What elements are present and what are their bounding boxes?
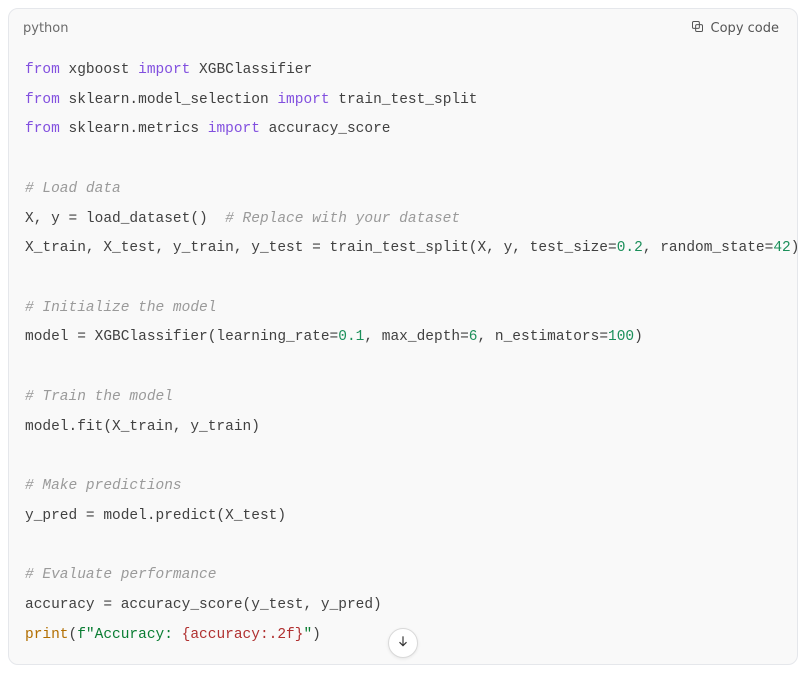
code-token-num: 42 <box>773 240 790 256</box>
code-token-nm: ( <box>69 627 78 643</box>
code-token-nm: ) <box>634 329 643 345</box>
scroll-down-button[interactable] <box>388 628 418 658</box>
code-scroll-area[interactable]: from xgboost import XGBClassifier from s… <box>9 42 797 664</box>
code-token-nm: ) <box>791 240 797 256</box>
code-token-fn: print <box>25 627 69 643</box>
code-block: python Copy code from xgboost import XGB… <box>8 8 798 665</box>
code-token-str: f"Accuracy: <box>77 627 181 643</box>
code-token-kw: import <box>138 62 190 78</box>
code-token-cm: # Evaluate performance <box>25 567 216 583</box>
code-content: from xgboost import XGBClassifier from s… <box>9 42 797 664</box>
code-token-kw: from <box>25 62 60 78</box>
code-token-num: 100 <box>608 329 634 345</box>
code-token-kw: import <box>208 121 260 137</box>
code-token-cm: # Initialize the model <box>25 300 216 316</box>
code-token-nm: ) <box>312 627 321 643</box>
code-token-nm: accuracy = accuracy_score(y_test, y_pred… <box>25 597 382 613</box>
code-token-kw: import <box>277 92 329 108</box>
code-token-num: 6 <box>469 329 478 345</box>
code-token-cm: # Replace with your dataset <box>225 211 460 227</box>
code-token-cm: # Train the model <box>25 389 173 405</box>
code-token-nm: model.fit(X_train, y_train) <box>25 419 260 435</box>
code-token-nm: train_test_split <box>330 92 478 108</box>
code-token-nm: X_train, X_test, y_train, y_test = train… <box>25 240 617 256</box>
code-token-nm: X, y = load_dataset() <box>25 211 225 227</box>
code-token-nm: model = XGBClassifier(learning_rate= <box>25 329 338 345</box>
code-token-nm: xgboost <box>60 62 138 78</box>
code-token-nm: sklearn.metrics <box>60 121 208 137</box>
code-token-num: 0.1 <box>338 329 364 345</box>
arrow-down-icon <box>396 634 410 652</box>
copy-code-button[interactable]: Copy code <box>686 17 783 40</box>
code-token-nm: y_pred = model.predict(X_test) <box>25 508 286 524</box>
code-token-str: " <box>303 627 312 643</box>
code-token-nm: sklearn.model_selection <box>60 92 278 108</box>
code-token-num: 0.2 <box>617 240 643 256</box>
code-token-nm: XGBClassifier <box>190 62 312 78</box>
code-token-nm: , max_depth= <box>364 329 468 345</box>
code-token-kw: from <box>25 121 60 137</box>
code-token-kw: from <box>25 92 60 108</box>
code-token-fs: {accuracy:.2f} <box>182 627 304 643</box>
code-token-nm: , random_state= <box>643 240 774 256</box>
code-token-cm: # Make predictions <box>25 478 182 494</box>
code-token-nm: accuracy_score <box>260 121 391 137</box>
code-token-cm: # Load data <box>25 181 121 197</box>
copy-icon <box>690 19 705 38</box>
code-token-nm: , n_estimators= <box>478 329 609 345</box>
copy-code-label: Copy code <box>711 21 779 36</box>
language-label: python <box>23 21 68 36</box>
code-header: python Copy code <box>9 9 797 42</box>
